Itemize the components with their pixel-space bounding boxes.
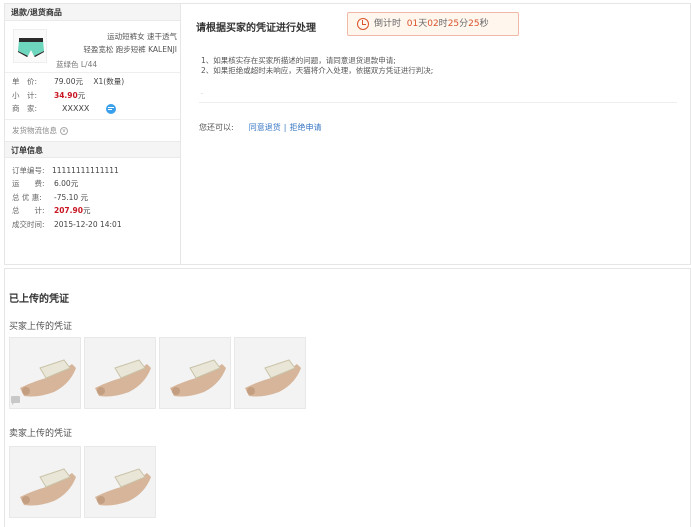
evidence-panel: 已上传的凭证 买家上传的凭证 卖家上传的凭证 (4, 268, 691, 527)
freight-row: 运 费: 6.00元 (12, 179, 79, 188)
chevron-down-icon: v (60, 126, 68, 135)
deal-time-row: 成交时间: 2015-12-20 14:01 (12, 219, 122, 229)
unit-price-row: 单 价: 79.00元 X1(数量) (12, 77, 125, 86)
divider (5, 72, 180, 73)
seller-evidence-label: 卖家上传的凭证 (9, 429, 73, 439)
agree-return-link[interactable]: 同意退货 (249, 123, 281, 132)
handling-panel: 请根据买家的凭证进行处理 倒计时 01天02时25分25秒 1、如果核实存在买家… (181, 4, 690, 264)
divider (5, 118, 180, 120)
countdown-timer: 倒计时 01天02时25分25秒 (347, 12, 519, 36)
evidence-image[interactable] (234, 337, 306, 409)
reject-request-link[interactable]: 拒绝申请 (290, 123, 322, 132)
order-no-row: 订单编号: 11111111111111 (12, 165, 119, 175)
order-info-header: 订单信息 (5, 140, 180, 158)
shipping-info-toggle[interactable]: 发货物流信息 v (5, 124, 180, 138)
separator: | (283, 123, 287, 132)
merchant-name: XXXXX (62, 104, 90, 113)
clock-icon (357, 18, 369, 30)
dot-marker: · (201, 91, 203, 98)
total-value: 207.90 (54, 206, 83, 215)
actions-label: 您还可以: (199, 123, 234, 132)
total-row: 总 计: 207.90元 (12, 206, 91, 215)
refund-item-panel: 退款/退货商品 运动短裤女 速干透气 轻盈宽松 跑步短裤 KALENJI 蓝绿色… (5, 4, 181, 264)
comment-icon[interactable] (11, 396, 20, 405)
quantity-text: X1(数量) (93, 77, 125, 86)
handling-title: 请根据买家的凭证进行处理 (196, 23, 316, 34)
product-card: 运动短裤女 速干透气 轻盈宽松 跑步短裤 KALENJI 蓝绿色 L/44 (5, 21, 180, 69)
merchant-row: 商 家: XXXXX (5, 102, 180, 116)
subtotal-row: 小 计: 34.90元 (12, 90, 86, 100)
divider (199, 102, 677, 103)
product-title[interactable]: 运动短裤女 速干透气 轻盈宽松 跑步短裤 KALENJI (55, 30, 177, 56)
subtotal-value: 34.90 (54, 90, 78, 100)
product-thumbnail[interactable] (13, 29, 47, 63)
evidence-image[interactable] (84, 337, 156, 409)
evidence-image[interactable] (159, 337, 231, 409)
refund-top-panel: 退款/退货商品 运动短裤女 速干透气 轻盈宽松 跑步短裤 KALENJI 蓝绿色… (4, 3, 691, 265)
handling-notes: 1、如果核实存在买家所描述的问题，请同意退货退款申请; 2、如果拒绝或超时未响应… (201, 56, 434, 75)
discount-row: 总 优 惠: -75.10 元 (12, 192, 89, 202)
evidence-title: 已上传的凭证 (9, 294, 69, 305)
buyer-evidence-label: 买家上传的凭证 (9, 322, 73, 332)
product-sku: 蓝绿色 L/44 (56, 60, 98, 69)
refund-item-header: 退款/退货商品 (5, 4, 180, 21)
chat-icon[interactable] (105, 104, 116, 114)
actions-row: 您还可以: 同意退货 | 拒绝申请 (199, 122, 322, 133)
evidence-image[interactable] (84, 446, 156, 518)
evidence-image[interactable] (9, 446, 81, 518)
